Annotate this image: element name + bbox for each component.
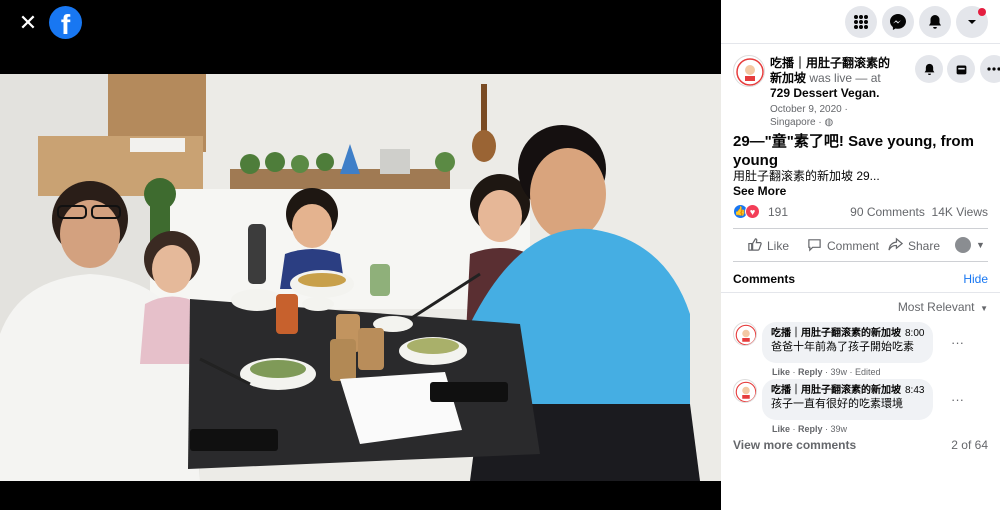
- comment-more-icon[interactable]: ···: [951, 392, 964, 407]
- caret-down-icon: ▼: [976, 240, 985, 250]
- comment-label: Comment: [827, 239, 880, 253]
- photo-viewer: ✕ f 吃播｜用肚子翻滚素的新加坡 was live — at 729 Dess…: [0, 0, 1000, 510]
- comments-header: Comments: [733, 272, 796, 286]
- love-reaction-icon: ♥: [745, 204, 760, 219]
- post-stats: 👍 ♥ 191 90 Comments 14K Views: [733, 204, 988, 220]
- menu-grid-icon[interactable]: [845, 6, 877, 38]
- comment-avatar[interactable]: [733, 379, 757, 403]
- share-arrow-icon: [888, 237, 904, 255]
- post-place[interactable]: 729 Dessert Vegan.: [770, 86, 879, 100]
- comment-author[interactable]: 吃播｜用肚子翻滚素的新加坡: [771, 385, 901, 396]
- comment-bubble-icon: [807, 237, 822, 255]
- like-button[interactable]: Like: [747, 237, 789, 255]
- share-button[interactable]: Share: [888, 237, 940, 255]
- comment-timestamp[interactable]: 8:43: [905, 385, 924, 396]
- account-caret-icon[interactable]: [956, 6, 988, 38]
- post-author-line: 吃播｜用肚子翻滚素的新加坡 was live — at 729 Dessert …: [770, 56, 900, 101]
- bell-subscribe-icon[interactable]: [915, 55, 943, 83]
- messenger-icon[interactable]: [882, 6, 914, 38]
- post-location: Singapore ·: [770, 117, 822, 128]
- video-scene: [0, 74, 721, 481]
- post-title: 29—"童"素了吧! Save young, from young: [733, 133, 974, 169]
- reaction-count[interactable]: 191: [768, 205, 788, 219]
- sort-dropdown[interactable]: Most Relevant ▼: [898, 300, 988, 314]
- divider: [721, 292, 1000, 293]
- post-date[interactable]: October 9, 2020 ·: [770, 103, 890, 116]
- post-meta: October 9, 2020 · Singapore · ◍: [770, 103, 890, 129]
- comments-views-count: 90 Comments 14K Views: [850, 205, 988, 219]
- video-viewer: ✕ f: [0, 0, 721, 510]
- post-panel: 吃播｜用肚子翻滚素的新加坡 was live — at 729 Dessert …: [721, 0, 1000, 510]
- comment-like-link[interactable]: Like: [772, 367, 790, 377]
- hide-comments-link[interactable]: Hide: [963, 272, 988, 286]
- comment-bubble: 吃播｜用肚子翻滚素的新加坡 8:00 爸爸十年前為了孩子開始吃素: [762, 322, 934, 363]
- comment-footer: Like · Reply · 39w · Edited: [772, 367, 881, 377]
- was-live-text: was live — at: [806, 71, 881, 85]
- comments-page-count: 2 of 64: [951, 438, 988, 452]
- post-body: 用肚子翻滚素的新加坡 29...: [733, 169, 880, 183]
- save-bookmark-icon[interactable]: [947, 55, 975, 83]
- page-avatar[interactable]: [733, 55, 765, 87]
- comment-text: 孩子一直有很好的吃素環境: [771, 398, 903, 410]
- comment-footer: Like · Reply · 39w: [772, 424, 848, 434]
- views-count: 14K Views: [931, 205, 988, 219]
- sort-label: Most Relevant: [897, 300, 975, 314]
- caret-down-icon: ▼: [977, 304, 988, 313]
- comments-count[interactable]: 90 Comments: [850, 205, 925, 219]
- audience-selector[interactable]: ▼: [955, 237, 985, 253]
- comment-button[interactable]: Comment: [807, 237, 879, 255]
- facebook-logo-icon[interactable]: f: [49, 6, 82, 39]
- close-icon[interactable]: ✕: [14, 9, 42, 37]
- comment-more-icon[interactable]: ···: [951, 335, 964, 350]
- video-frame[interactable]: [0, 74, 721, 481]
- user-avatar-icon: [955, 237, 971, 253]
- comment-reply-link[interactable]: Reply: [798, 367, 823, 377]
- comment-reply-link[interactable]: Reply: [798, 424, 823, 434]
- action-bar: Like Comment Share ▼: [733, 228, 988, 262]
- comment-bubble: 吃播｜用肚子翻滚素的新加坡 8:43 孩子一直有很好的吃素環境: [762, 379, 934, 420]
- see-more-link[interactable]: See More: [733, 184, 786, 198]
- comment-edited: Edited: [855, 367, 881, 377]
- comment-author[interactable]: 吃播｜用肚子翻滚素的新加坡: [771, 328, 901, 339]
- view-more-comments-link[interactable]: View more comments: [733, 438, 856, 452]
- globe-icon: ◍: [824, 117, 834, 128]
- comment-age[interactable]: 39w: [831, 367, 848, 377]
- reactions[interactable]: 👍 ♥: [733, 204, 763, 220]
- comment-timestamp[interactable]: 8:00: [905, 328, 924, 339]
- top-nav: [721, 0, 1000, 44]
- share-label: Share: [908, 239, 941, 253]
- thumbs-up-icon: [747, 237, 762, 255]
- comment-text: 爸爸十年前為了孩子開始吃素: [771, 341, 914, 353]
- like-label: Like: [767, 239, 790, 253]
- more-options-icon[interactable]: [980, 55, 1000, 83]
- comment-avatar[interactable]: [733, 322, 757, 346]
- notifications-bell-icon[interactable]: [919, 6, 951, 38]
- notification-dot: [978, 8, 986, 16]
- comment-age[interactable]: 39w: [831, 424, 848, 434]
- comment-like-link[interactable]: Like: [772, 424, 790, 434]
